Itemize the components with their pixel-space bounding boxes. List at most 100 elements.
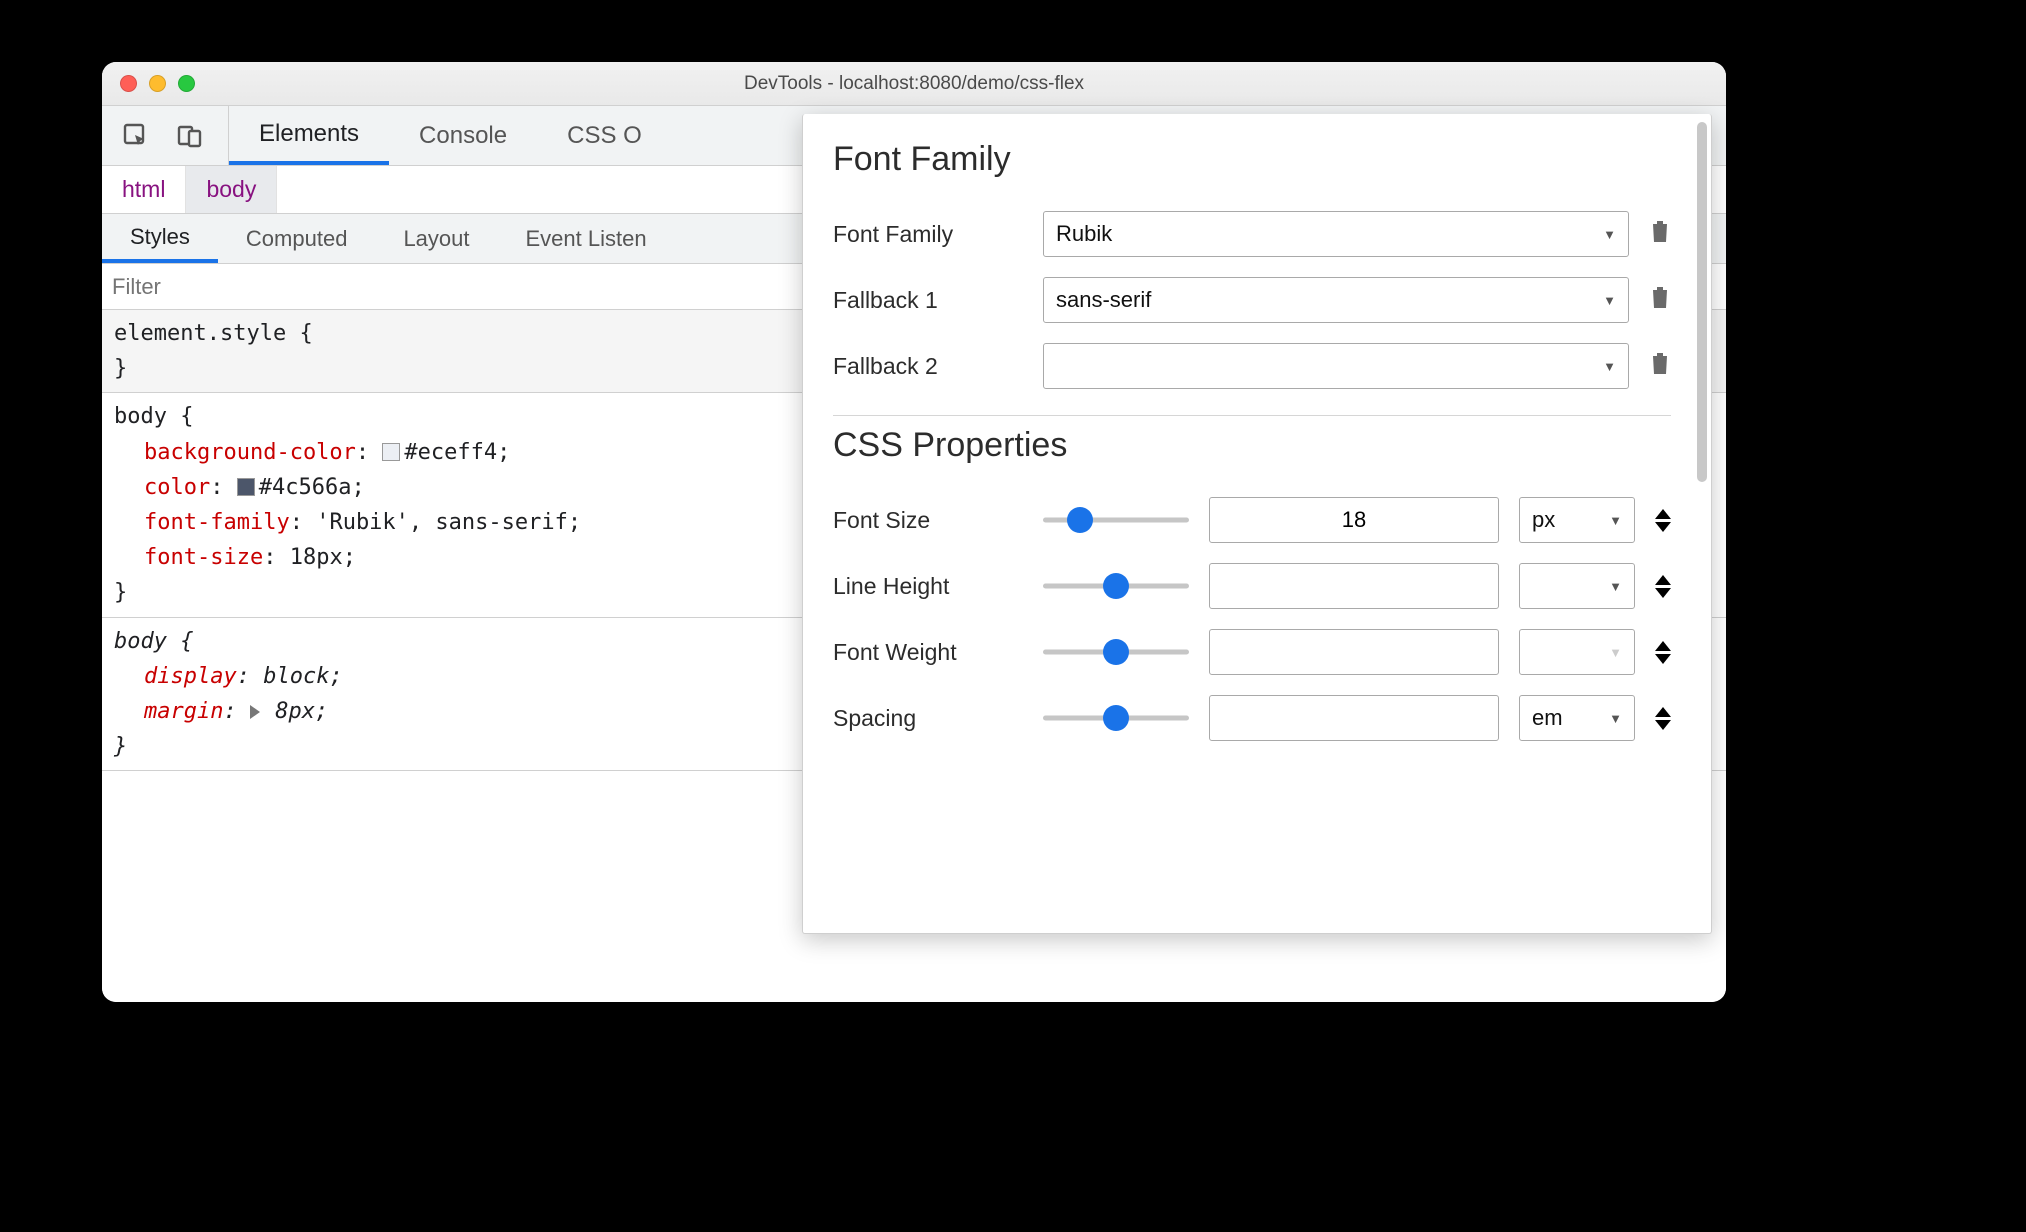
chevron-down-icon: ▼ xyxy=(1609,579,1622,594)
subtab-computed[interactable]: Computed xyxy=(218,214,376,263)
selector-text: body xyxy=(114,404,167,429)
delete-font-family-icon[interactable] xyxy=(1649,218,1671,250)
minimize-window-button[interactable] xyxy=(149,75,166,92)
line-height-stepper[interactable] xyxy=(1655,575,1671,598)
line-height-input[interactable] xyxy=(1209,563,1499,609)
inspect-element-icon[interactable] xyxy=(122,122,150,150)
font-size-slider[interactable] xyxy=(1043,508,1189,532)
spacing-unit-value: em xyxy=(1532,705,1563,731)
step-up-icon[interactable] xyxy=(1655,575,1671,585)
delete-fallback1-icon[interactable] xyxy=(1649,284,1671,316)
font-size-stepper[interactable] xyxy=(1655,509,1671,532)
maximize-window-button[interactable] xyxy=(178,75,195,92)
css-prop: display xyxy=(144,664,237,689)
color-swatch[interactable] xyxy=(237,478,255,496)
tab-css-overview-label: CSS O xyxy=(567,122,642,150)
css-val: block xyxy=(263,664,329,689)
css-properties-heading: CSS Properties xyxy=(833,426,1671,465)
subtab-layout-label: Layout xyxy=(403,226,469,252)
subtab-event-listeners-label: Event Listen xyxy=(526,226,647,252)
breadcrumb-body-label: body xyxy=(206,176,256,203)
tab-elements[interactable]: Elements xyxy=(229,106,389,165)
subtab-styles-label: Styles xyxy=(130,224,190,250)
slider-thumb[interactable] xyxy=(1103,639,1129,665)
font-size-unit-value: px xyxy=(1532,507,1555,533)
fallback2-select[interactable]: ▼ xyxy=(1043,343,1629,389)
spacing-input[interactable] xyxy=(1209,695,1499,741)
font-family-select[interactable]: Rubik ▼ xyxy=(1043,211,1629,257)
font-weight-stepper[interactable] xyxy=(1655,641,1671,664)
step-up-icon[interactable] xyxy=(1655,509,1671,519)
chevron-down-icon: ▼ xyxy=(1603,293,1616,308)
slider-thumb[interactable] xyxy=(1103,573,1129,599)
css-prop: color xyxy=(144,475,210,500)
fallback1-row: Fallback 1 sans-serif ▼ xyxy=(833,267,1671,333)
chevron-down-icon: ▼ xyxy=(1609,711,1622,726)
font-weight-input[interactable] xyxy=(1209,629,1499,675)
font-size-label: Font Size xyxy=(833,507,1023,534)
close-window-button[interactable] xyxy=(120,75,137,92)
tab-elements-label: Elements xyxy=(259,120,359,148)
step-down-icon[interactable] xyxy=(1655,720,1671,730)
font-family-heading: Font Family xyxy=(833,140,1671,179)
spacing-unit-select[interactable]: em ▼ xyxy=(1519,695,1635,741)
popup-scrollbar[interactable] xyxy=(1697,122,1707,482)
fallback2-label: Fallback 2 xyxy=(833,353,1023,380)
font-family-row: Font Family Rubik ▼ xyxy=(833,201,1671,267)
font-size-unit-select[interactable]: px ▼ xyxy=(1519,497,1635,543)
traffic-lights xyxy=(102,75,195,92)
slider-thumb[interactable] xyxy=(1103,705,1129,731)
line-height-slider[interactable] xyxy=(1043,574,1189,598)
step-down-icon[interactable] xyxy=(1655,588,1671,598)
breadcrumb-html-label: html xyxy=(122,176,165,203)
font-family-label: Font Family xyxy=(833,221,1023,248)
chevron-down-icon: ▼ xyxy=(1609,513,1622,528)
font-weight-label: Font Weight xyxy=(833,639,1023,666)
fallback1-select[interactable]: sans-serif ▼ xyxy=(1043,277,1629,323)
chevron-down-icon: ▼ xyxy=(1603,359,1616,374)
chevron-down-icon: ▼ xyxy=(1603,227,1616,242)
tab-css-overview[interactable]: CSS O xyxy=(537,106,672,165)
spacing-slider[interactable] xyxy=(1043,706,1189,730)
step-up-icon[interactable] xyxy=(1655,707,1671,717)
popup-content: Font Family Font Family Rubik ▼ Fallback… xyxy=(803,114,1711,771)
css-val: #4c566a xyxy=(259,475,352,500)
breadcrumb-body[interactable]: body xyxy=(186,166,277,213)
line-height-label: Line Height xyxy=(833,573,1023,600)
main-tabs: Elements Console CSS O xyxy=(229,106,672,165)
subtab-layout[interactable]: Layout xyxy=(375,214,497,263)
delete-fallback2-icon[interactable] xyxy=(1649,350,1671,382)
css-prop: font-size xyxy=(144,545,263,570)
spacing-stepper[interactable] xyxy=(1655,707,1671,730)
color-swatch[interactable] xyxy=(382,443,400,461)
step-down-icon[interactable] xyxy=(1655,654,1671,664)
font-weight-row: Font Weight ▼ xyxy=(833,619,1671,685)
line-height-unit-select[interactable]: ▼ xyxy=(1519,563,1635,609)
chevron-down-icon: ▼ xyxy=(1609,645,1622,660)
spacing-label: Spacing xyxy=(833,705,1023,732)
css-prop: background-color xyxy=(144,440,356,465)
css-prop: font-family xyxy=(144,510,290,535)
devtools-window: DevTools - localhost:8080/demo/css-flex … xyxy=(102,62,1726,1002)
font-weight-slider[interactable] xyxy=(1043,640,1189,664)
subtab-event-listeners[interactable]: Event Listen xyxy=(498,214,675,263)
titlebar: DevTools - localhost:8080/demo/css-flex xyxy=(102,62,1726,106)
toolbar-left xyxy=(102,106,229,165)
subtab-styles[interactable]: Styles xyxy=(102,214,218,263)
breadcrumb-html[interactable]: html xyxy=(102,166,186,213)
css-val: 'Rubik', sans-serif xyxy=(316,510,568,535)
section-divider xyxy=(833,415,1671,416)
step-up-icon[interactable] xyxy=(1655,641,1671,651)
expand-shorthand-icon[interactable] xyxy=(250,705,260,719)
css-val: 18px xyxy=(290,545,343,570)
slider-thumb[interactable] xyxy=(1067,507,1093,533)
step-down-icon[interactable] xyxy=(1655,522,1671,532)
font-size-row: Font Size px ▼ xyxy=(833,487,1671,553)
fallback1-value: sans-serif xyxy=(1056,287,1151,313)
tab-console[interactable]: Console xyxy=(389,106,537,165)
line-height-row: Line Height ▼ xyxy=(833,553,1671,619)
font-size-input[interactable] xyxy=(1209,497,1499,543)
font-weight-unit-select[interactable]: ▼ xyxy=(1519,629,1635,675)
css-val: 8px xyxy=(275,699,315,724)
device-toggle-icon[interactable] xyxy=(176,122,204,150)
